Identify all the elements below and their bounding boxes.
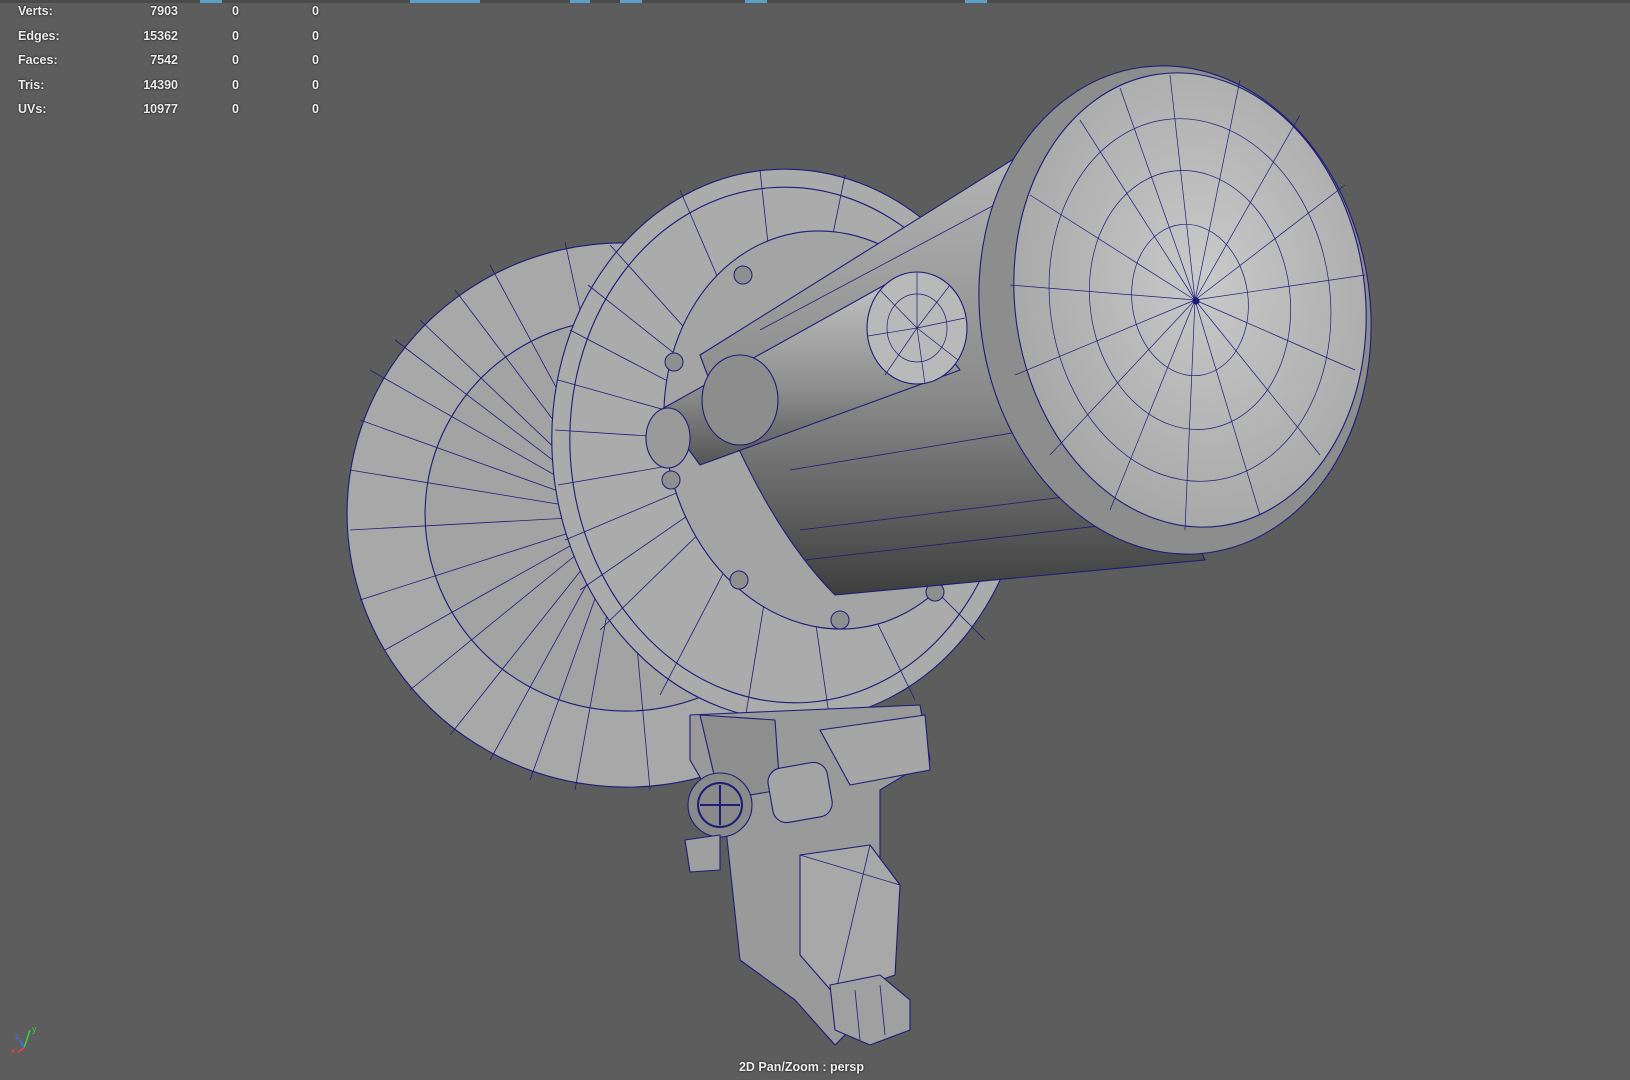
hud-value-total: 10977	[143, 102, 178, 116]
hud-value-triangles: 0	[312, 102, 319, 116]
hud-value-selected: 0	[232, 77, 239, 92]
hud-value-triangles: 0	[312, 53, 319, 67]
hud-row-tris: Tris: 14390 0 0	[18, 78, 328, 103]
hud-label: Verts:	[18, 4, 53, 18]
hud-label: Edges:	[18, 28, 60, 43]
hud-row-edges: Edges: 15362 0 0	[18, 29, 328, 54]
3d-viewport[interactable]: Verts: 7903 0 0 Edges: 15362 0 0 Faces: …	[0, 0, 1630, 1080]
hud-label: UVs:	[18, 102, 47, 116]
hud-value-selected: 0	[232, 102, 239, 116]
hud-value-total: 14390	[143, 77, 178, 92]
hud-value-total: 15362	[143, 28, 178, 43]
wireframe-model[interactable]	[0, 0, 1630, 1080]
hud-value-triangles: 0	[312, 4, 319, 18]
camera-label: 2D Pan/Zoom : persp	[738, 1060, 865, 1074]
poly-count-hud: Verts: 7903 0 0 Edges: 15362 0 0 Faces: …	[18, 4, 328, 127]
hud-value-selected: 0	[232, 53, 239, 67]
axis-label-y: y	[32, 1024, 37, 1034]
hud-value-selected: 0	[232, 28, 239, 43]
hud-value-triangles: 0	[312, 77, 319, 92]
hud-value-total: 7903	[150, 4, 178, 18]
hud-row-faces: Faces: 7542 0 0	[18, 53, 328, 78]
stand-yoke	[684, 704, 931, 1046]
hud-row-verts: Verts: 7903 0 0	[18, 4, 328, 29]
axis-gizmo-icon: y z x	[11, 1024, 37, 1054]
hud-row-uvs: UVs: 10977 0 0	[18, 102, 328, 127]
hud-value-selected: 0	[232, 4, 239, 18]
hud-label: Faces:	[18, 53, 58, 67]
axis-label-z: z	[15, 1032, 19, 1041]
hud-label: Tris:	[18, 77, 45, 92]
hud-value-triangles: 0	[312, 28, 319, 43]
hud-value-total: 7542	[150, 53, 178, 67]
axis-label-x: x	[11, 1046, 15, 1054]
